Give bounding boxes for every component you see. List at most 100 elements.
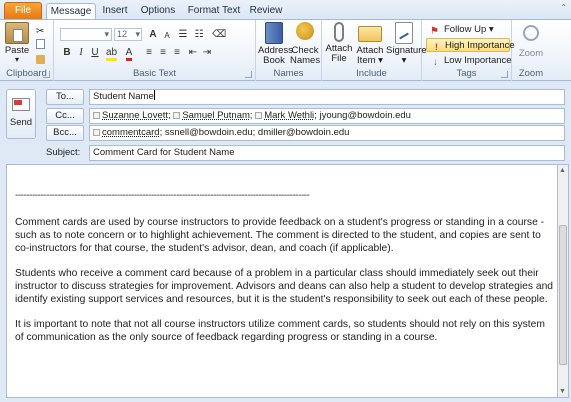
underline-button[interactable]: U: [90, 48, 100, 58]
tags-group-label: Tags: [456, 68, 477, 79]
address-book-icon: [265, 22, 283, 44]
font-size-combo[interactable]: 12 ▾: [114, 28, 142, 41]
ribbon-collapse-icon[interactable]: ⌃: [560, 3, 567, 12]
attach-item-label-2: Item ▾: [357, 55, 383, 66]
tab-format-text[interactable]: Format Text: [185, 3, 243, 20]
tab-insert[interactable]: Insert: [98, 3, 132, 20]
zoom-label: Zoom: [518, 48, 544, 59]
follow-up-button[interactable]: ⚑ Follow Up ▾: [430, 23, 494, 37]
align-left-button[interactable]: ≡: [144, 48, 154, 58]
attach-file-label-2: File: [331, 53, 347, 64]
paste-button[interactable]: Paste ▾: [3, 22, 31, 64]
tab-file[interactable]: File: [4, 2, 42, 20]
bcc-field[interactable]: commentcard; ssnell@bowdoin.edu; dmiller…: [89, 125, 565, 141]
contact-icon: [93, 129, 100, 136]
body-paragraph: It is important to note that not all cou…: [15, 319, 545, 343]
align-center-button[interactable]: ≡: [158, 48, 168, 58]
follow-up-label: Follow Up ▾: [444, 24, 494, 35]
copy-icon: [36, 39, 45, 49]
signature-label-2: ▾: [401, 55, 407, 66]
ribbon-tabs: File Message Insert Options Format Text …: [0, 0, 571, 20]
signature-button[interactable]: Signature ▾: [386, 22, 427, 66]
paperclip-icon: [334, 22, 344, 42]
check-names-label-2: Names: [290, 55, 321, 66]
increase-indent-button[interactable]: ⇥: [202, 48, 212, 58]
decrease-indent-button[interactable]: ⇤: [188, 48, 198, 58]
zoom-group-label: Zoom: [518, 68, 544, 79]
to-button[interactable]: To...: [46, 89, 84, 105]
names-group-label: Names: [273, 68, 304, 79]
zoom-group: Zoom Zoom: [512, 20, 550, 81]
bcc-button[interactable]: Bcc...: [46, 125, 84, 141]
basic-text-launcher[interactable]: [245, 71, 252, 78]
body-paragraph: Students who receive a comment card beca…: [15, 268, 554, 305]
cc-field[interactable]: Suzanne Lovett; Samuel Putnam; Mark Weth…: [89, 108, 565, 124]
low-importance-label: Low Importance: [444, 55, 512, 66]
ribbon: Paste ▾ ✂ Clipboard ▾ 12 ▾ A A ☰ ☷ ⌫ B I …: [0, 3, 571, 81]
send-envelope-icon: [12, 98, 30, 111]
tab-message[interactable]: Message: [46, 3, 96, 20]
high-importance-button[interactable]: ! High Importance: [426, 38, 515, 53]
clipboard-launcher[interactable]: [43, 71, 50, 78]
names-group: Address Book Check Names Names: [256, 20, 322, 81]
contact-icon: [93, 112, 100, 119]
copy-button[interactable]: [36, 38, 48, 52]
message-body[interactable]: ----------------------------------------…: [6, 164, 557, 398]
numbering-button[interactable]: ☷: [194, 30, 204, 40]
high-importance-label: High Importance: [445, 40, 515, 51]
brush-icon: [36, 55, 45, 64]
body-paragraph: Comment cards are used by course instruc…: [15, 217, 545, 254]
scroll-down-icon[interactable]: ▼: [559, 388, 566, 395]
scissors-icon: ✂: [36, 26, 45, 37]
down-arrow-icon: ↓: [433, 57, 438, 68]
clipboard-group: Paste ▾ ✂ Clipboard: [0, 20, 54, 81]
include-group-label: Include: [356, 68, 387, 79]
format-painter-button[interactable]: [36, 53, 48, 67]
bcc-recipient[interactable]: commentcard: [102, 127, 160, 138]
contact-icon: [173, 112, 181, 119]
italic-button[interactable]: I: [76, 48, 86, 58]
cc-plain-address: jyoung@bowdoin.edu: [319, 110, 411, 121]
send-button[interactable]: Send: [6, 89, 36, 139]
tab-review[interactable]: Review: [246, 3, 286, 20]
scroll-up-icon[interactable]: ▲: [559, 167, 566, 174]
subject-label: Subject:: [46, 147, 81, 158]
subject-field[interactable]: Comment Card for Student Name: [89, 145, 565, 161]
flag-icon: ⚑: [430, 26, 439, 37]
zoom-button[interactable]: Zoom: [515, 22, 547, 59]
scroll-thumb[interactable]: [559, 225, 567, 365]
font-name-combo[interactable]: ▾: [60, 28, 112, 41]
cc-recipient[interactable]: Mark Wethli: [264, 110, 314, 121]
cc-button[interactable]: Cc...: [46, 108, 84, 124]
bold-button[interactable]: B: [62, 48, 72, 58]
tags-launcher[interactable]: [501, 71, 508, 78]
font-size-value: 12: [117, 29, 128, 39]
paste-icon: [5, 22, 29, 44]
signature-icon: [395, 22, 413, 44]
tab-options[interactable]: Options: [135, 3, 181, 20]
cut-button[interactable]: ✂: [36, 23, 50, 37]
attach-item-button[interactable]: Attach Item ▾: [355, 22, 385, 66]
grow-font-button[interactable]: A: [148, 30, 158, 40]
cc-recipient[interactable]: Suzanne Lovett: [102, 110, 168, 121]
magnifier-icon: [523, 25, 539, 41]
font-color-button[interactable]: A: [124, 47, 134, 61]
to-value: Student Name: [93, 91, 154, 102]
address-book-button[interactable]: Address Book: [258, 22, 293, 66]
exclamation-icon: !: [434, 42, 439, 53]
attach-file-button[interactable]: Attach File: [324, 22, 354, 64]
vertical-scrollbar[interactable]: ▲ ▼: [557, 164, 569, 398]
low-importance-button[interactable]: ↓ Low Importance: [430, 54, 512, 68]
contact-icon: [255, 112, 263, 119]
highlight-button[interactable]: ab: [106, 47, 118, 61]
body-text: ----------------------------------------…: [15, 189, 555, 356]
check-names-button[interactable]: Check Names: [290, 22, 320, 66]
shrink-font-button[interactable]: A: [162, 31, 172, 41]
cc-recipient[interactable]: Samuel Putnam: [182, 110, 250, 121]
align-right-button[interactable]: ≡: [172, 48, 182, 58]
bullets-button[interactable]: ☰: [178, 30, 188, 40]
clear-format-icon[interactable]: ⌫: [212, 30, 226, 40]
to-field[interactable]: Student Name: [89, 89, 565, 105]
basic-text-group: ▾ 12 ▾ A A ☰ ☷ ⌫ B I U ab A ≡ ≡ ≡ ⇤ ⇥ Bas…: [54, 20, 256, 81]
message-header: Send To... Student Name Cc... Suzanne Lo…: [0, 82, 571, 162]
